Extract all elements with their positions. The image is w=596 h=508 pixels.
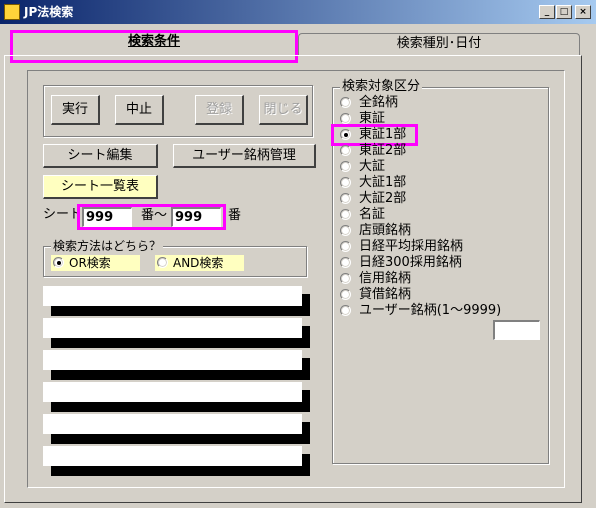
target-radio[interactable] [340,177,351,188]
sheet-range-suffix: 番 [228,208,242,223]
target-option[interactable]: 東証1部 [340,127,415,143]
target-option[interactable]: 東証2部 [340,143,540,159]
user-stock-range-field[interactable] [493,320,540,340]
condition-bar[interactable] [43,350,310,380]
user-stock-manage-button[interactable]: ユーザー銘柄管理 [173,144,316,168]
target-radio[interactable] [340,161,351,172]
target-radio[interactable] [340,257,351,268]
target-label: ユーザー銘柄(1～9999) [359,303,502,318]
target-option[interactable]: ユーザー銘柄(1～9999) [340,303,545,319]
target-radio[interactable] [340,193,351,204]
window-title: JP法検索 [24,5,74,19]
target-option[interactable]: 信用銘柄 [340,271,540,287]
close-button[interactable]: × [575,5,591,19]
search-target-title: 検索対象区分 [340,79,423,94]
target-option[interactable]: 名証 [340,207,540,223]
target-label: 名証 [359,207,386,222]
title-bar [0,0,596,24]
target-label: 大証1部 [359,175,407,190]
condition-bar-face [43,414,302,434]
or-radio[interactable] [53,257,64,268]
target-label: 大証2部 [359,191,407,206]
target-label: 東証1部 [359,127,407,142]
condition-bar[interactable] [43,382,310,412]
target-option[interactable]: 全銘柄 [340,95,540,111]
condition-bar[interactable] [43,286,310,316]
target-radio[interactable] [340,225,351,236]
close-dialog-button[interactable]: 閉じる [259,95,308,125]
condition-bar[interactable] [43,446,310,476]
target-option[interactable]: 大証 [340,159,540,175]
target-radio[interactable] [340,273,351,284]
stop-button[interactable]: 中止 [115,95,164,125]
target-label: 店頭銘柄 [359,223,412,238]
condition-bar[interactable] [43,318,310,348]
sheet-edit-button[interactable]: シート編集 [43,144,158,168]
or-search-option[interactable]: OR検索 [51,255,140,271]
target-option[interactable]: 日経300採用銘柄 [340,255,540,271]
sheet-from-field[interactable]: 999 [82,207,132,227]
target-radio[interactable] [340,145,351,156]
target-radio[interactable] [340,113,351,124]
target-option[interactable]: 大証1部 [340,175,540,191]
tab-label: 検索種別･日付 [396,36,482,51]
and-search-option[interactable]: AND検索 [155,255,244,271]
condition-bar[interactable] [43,414,310,444]
condition-bar-face [43,318,302,338]
target-radio[interactable] [340,209,351,220]
target-label: 日経平均採用銘柄 [359,239,464,254]
sheet-list-button[interactable]: シート一覧表 [43,175,158,199]
condition-bar-face [43,446,302,466]
target-label: 全銘柄 [359,95,399,110]
target-option[interactable]: 日経平均採用銘柄 [340,239,540,255]
target-label: 東証2部 [359,143,407,158]
execute-button[interactable]: 実行 [51,95,100,125]
and-label: AND検索 [173,256,224,270]
target-radio[interactable] [340,241,351,252]
target-radio[interactable] [340,305,351,316]
sheet-to-field[interactable]: 999 [171,207,221,227]
target-radio[interactable] [340,129,351,140]
minimize-button[interactable]: _ [539,5,555,19]
target-label: 日経300採用銘柄 [359,255,462,270]
condition-bar-face [43,286,302,306]
tab-search-conditions[interactable]: 検索条件 [10,31,298,53]
tab-label: 検索条件 [127,34,180,49]
target-option[interactable]: 大証2部 [340,191,540,207]
register-button[interactable]: 登録 [195,95,244,125]
target-label: 大証 [359,159,386,174]
target-radio[interactable] [340,97,351,108]
or-label: OR検索 [69,256,111,270]
sheet-range-separator: 番～ [141,208,168,223]
target-label: 貸借銘柄 [359,287,412,302]
and-radio[interactable] [157,257,168,268]
target-radio[interactable] [340,289,351,300]
target-option[interactable]: 貸借銘柄 [340,287,540,303]
maximize-button[interactable]: □ [556,5,572,19]
condition-bar-face [43,382,302,402]
search-method-title: 検索方法はどちら？ [51,239,164,253]
condition-bar-face [43,350,302,370]
target-option[interactable]: 店頭銘柄 [340,223,540,239]
tab-search-type-date[interactable]: 検索種別･日付 [298,33,580,55]
app-icon [4,4,20,20]
target-label: 信用銘柄 [359,271,412,286]
